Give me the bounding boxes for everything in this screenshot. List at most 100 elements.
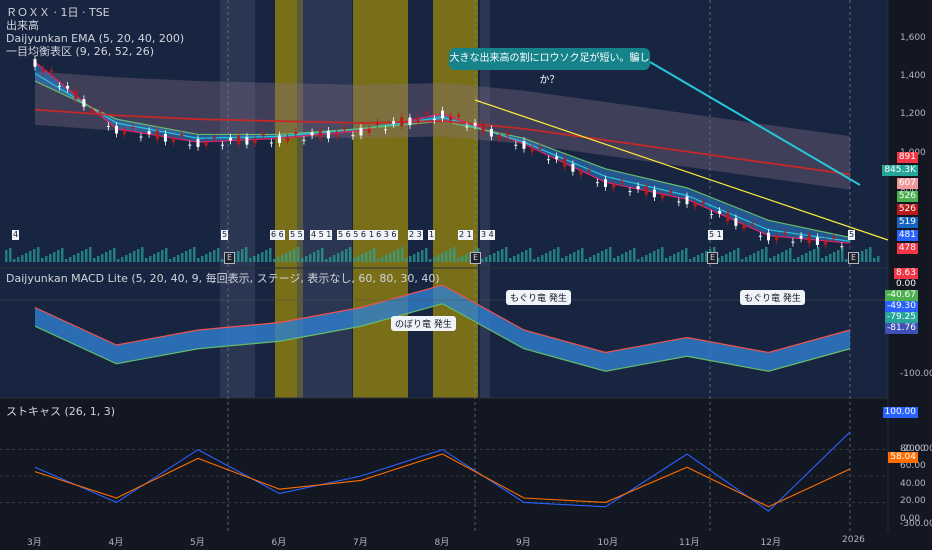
signal-marker: 3 4 bbox=[480, 230, 495, 240]
volume-bar bbox=[133, 251, 136, 262]
volume-bar bbox=[377, 259, 380, 262]
volume-bar bbox=[137, 249, 140, 262]
candle-body bbox=[555, 156, 559, 160]
volume-bar bbox=[97, 256, 100, 262]
candle-body bbox=[473, 122, 477, 126]
candle-body bbox=[669, 191, 673, 194]
volume-bar bbox=[341, 251, 344, 262]
volume-bar bbox=[417, 252, 420, 262]
candle-body bbox=[278, 135, 281, 144]
volume-bar bbox=[53, 252, 56, 262]
volume-bar bbox=[325, 259, 328, 262]
earnings-marker[interactable]: E bbox=[848, 252, 859, 264]
volume-bar bbox=[737, 248, 740, 262]
candle-body bbox=[481, 123, 485, 133]
price-tag: 526 bbox=[896, 191, 918, 202]
candle-body bbox=[302, 139, 306, 141]
legend-ema[interactable]: Daijyunkan EMA (5, 20, 40, 200) bbox=[6, 32, 184, 45]
volume-bar bbox=[257, 254, 260, 262]
volume-bar bbox=[113, 248, 116, 262]
candle-body bbox=[351, 135, 355, 137]
candle-body bbox=[775, 236, 779, 241]
price-tag: 478 bbox=[896, 243, 918, 254]
signal-marker: 1 bbox=[368, 230, 376, 240]
candle-body bbox=[718, 210, 722, 214]
candle-body bbox=[538, 146, 542, 149]
price-axis-label: 1,600 bbox=[900, 33, 926, 44]
volume-bar bbox=[241, 249, 244, 262]
candle-body bbox=[489, 128, 493, 137]
candle-body bbox=[57, 85, 61, 87]
time-axis-label: 4月 bbox=[108, 538, 124, 548]
volume-bar bbox=[585, 259, 588, 262]
volume-bar bbox=[801, 255, 804, 262]
candle-body bbox=[498, 134, 502, 139]
price-tag: 891 bbox=[896, 152, 918, 163]
volume-bar bbox=[393, 251, 396, 262]
volume-bar bbox=[25, 253, 28, 262]
volume-bar bbox=[601, 251, 604, 262]
candle-body bbox=[269, 142, 273, 144]
candle-body bbox=[237, 135, 241, 144]
volume-bar bbox=[813, 249, 816, 262]
volume-bar bbox=[333, 255, 336, 262]
volume-bar bbox=[605, 249, 608, 262]
candle-body bbox=[286, 137, 290, 142]
volume-bar bbox=[29, 251, 32, 262]
earnings-marker[interactable]: E bbox=[224, 252, 235, 264]
candle-body bbox=[123, 130, 127, 134]
candle-body bbox=[318, 129, 322, 139]
volume-bar bbox=[785, 250, 788, 262]
volume-bar bbox=[357, 256, 360, 262]
candle-body bbox=[131, 126, 135, 129]
candle-body bbox=[115, 125, 118, 134]
signal-marker: 6 6 bbox=[270, 230, 285, 240]
volume-bar bbox=[445, 251, 448, 262]
volume-bar bbox=[269, 248, 272, 262]
candle-body bbox=[783, 232, 787, 235]
volume-bar bbox=[673, 254, 676, 262]
volume-bar bbox=[369, 250, 372, 262]
volume-bar bbox=[613, 258, 616, 262]
legend-symbol[interactable]: ＲＯＸＸ · 1日 · TSE bbox=[6, 6, 110, 19]
legend-macd[interactable]: Daijyunkan MACD Lite (5, 20, 40, 9, 毎回表示… bbox=[6, 272, 440, 285]
candle-body bbox=[587, 169, 591, 172]
legend-stoch[interactable]: ストキャス (26, 1, 3) bbox=[6, 405, 115, 418]
earnings-marker[interactable]: E bbox=[470, 252, 481, 264]
volume-bar bbox=[765, 247, 768, 262]
time-axis-label: 2026 bbox=[842, 535, 865, 545]
volume-bar bbox=[105, 252, 108, 262]
volume-bar bbox=[609, 247, 612, 262]
volume-bar bbox=[49, 254, 52, 262]
volume-bar bbox=[489, 255, 492, 262]
volume-bar bbox=[645, 255, 648, 262]
volume-bar bbox=[273, 259, 276, 262]
price-tag: 481 bbox=[896, 230, 918, 241]
volume-bar bbox=[781, 252, 784, 262]
volume-bar bbox=[309, 254, 312, 262]
volume-bar bbox=[93, 258, 96, 262]
volume-bar bbox=[749, 255, 752, 262]
legend-volume[interactable]: 出来高 bbox=[6, 19, 39, 32]
volume-bar bbox=[157, 252, 160, 262]
signal-marker: 5 5 bbox=[289, 230, 304, 240]
candle-body bbox=[408, 117, 412, 126]
volume-bar bbox=[173, 257, 176, 262]
volume-bar bbox=[825, 256, 828, 262]
volume-bar bbox=[117, 259, 120, 262]
legend-ichimoku[interactable]: 一目均衡表区 (9, 26, 52, 26) bbox=[6, 45, 154, 58]
candle-body bbox=[400, 117, 404, 126]
time-axis-label: 6月 bbox=[271, 538, 287, 548]
stoch-tag: 100.00 bbox=[882, 407, 918, 418]
time-axis-label: 12月 bbox=[760, 538, 781, 548]
macd-tag: -49.30 bbox=[884, 301, 918, 312]
candle-body bbox=[163, 133, 167, 142]
volume-bar bbox=[637, 259, 640, 262]
candle-body bbox=[139, 136, 143, 138]
earnings-marker[interactable]: E bbox=[707, 252, 718, 264]
candle-body bbox=[98, 110, 102, 113]
annotation-callout[interactable]: 大きな出来高の割にロウソク足が短い。騙しか？ bbox=[449, 48, 650, 86]
volume-bar bbox=[9, 248, 12, 262]
volume-bar bbox=[205, 254, 208, 262]
price-tag: 526 bbox=[896, 204, 918, 215]
